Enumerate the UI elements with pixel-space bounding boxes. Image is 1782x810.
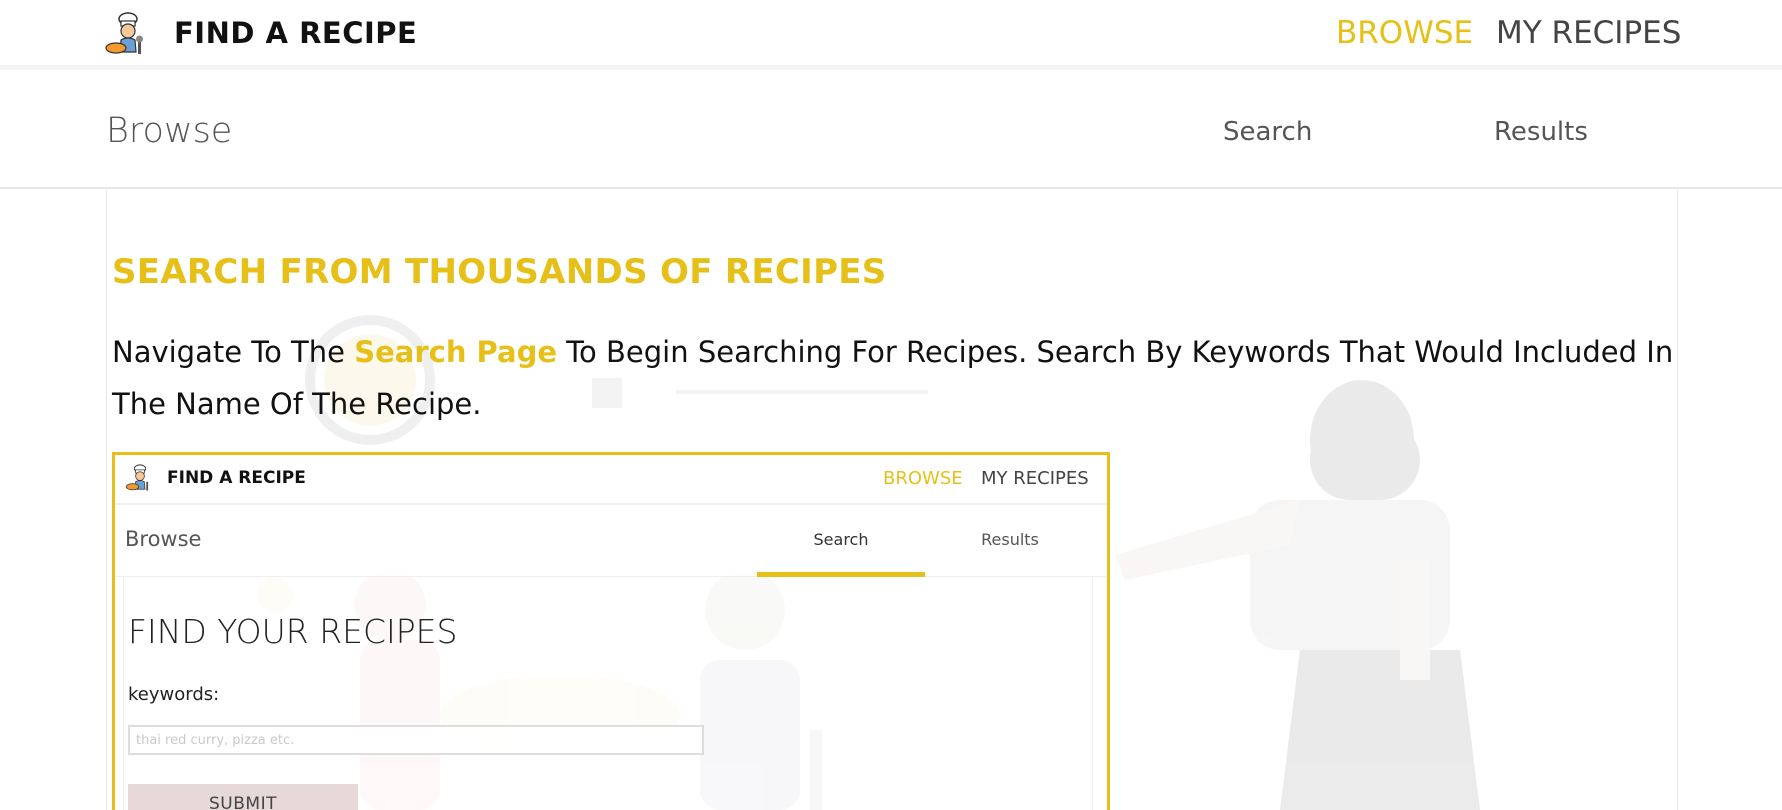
- tab-search[interactable]: Search: [1223, 117, 1312, 147]
- page-title: Browse: [106, 111, 233, 151]
- preview-page-title: Browse: [125, 527, 202, 551]
- preview-brand-title: FIND A RECIPE: [167, 468, 306, 488]
- preview-chef-logo-icon: [125, 464, 149, 491]
- preview-tab-results: Results: [981, 530, 1039, 549]
- tab-results[interactable]: Results: [1494, 117, 1588, 147]
- nav-my-recipes-link[interactable]: MY RECIPES: [1496, 15, 1681, 51]
- top-navbar: FIND A RECIPE BROWSE MY RECIPES: [0, 0, 1782, 70]
- search-page-link[interactable]: Search Page: [354, 335, 557, 369]
- intro-text-before: Navigate To The: [112, 335, 355, 369]
- preview-sub-navbar: Browse Search Results: [115, 507, 1107, 577]
- preview-find-heading: FIND YOUR RECIPES: [128, 612, 458, 651]
- preview-navbar: FIND A RECIPE BROWSE MY RECIPES: [115, 455, 1107, 505]
- sub-navbar: Browse Search Results: [0, 75, 1782, 189]
- preview-keywords-input: [128, 725, 704, 755]
- chef-logo-icon[interactable]: [104, 12, 152, 56]
- section-heading: SEARCH FROM THOUSANDS OF RECIPES: [112, 252, 887, 292]
- intro-paragraph: Navigate To The Search Page To Begin Sea…: [112, 326, 1682, 430]
- preview-keywords-label: keywords:: [128, 684, 220, 705]
- preview-submit-button: SUBMIT: [128, 784, 358, 810]
- preview-nav-my-recipes: MY RECIPES: [981, 468, 1089, 489]
- brand-title[interactable]: FIND A RECIPE: [174, 16, 417, 50]
- preview-tab-search: Search: [757, 507, 925, 577]
- preview-nav-browse: BROWSE: [883, 468, 963, 489]
- nav-browse-link[interactable]: BROWSE: [1336, 15, 1473, 51]
